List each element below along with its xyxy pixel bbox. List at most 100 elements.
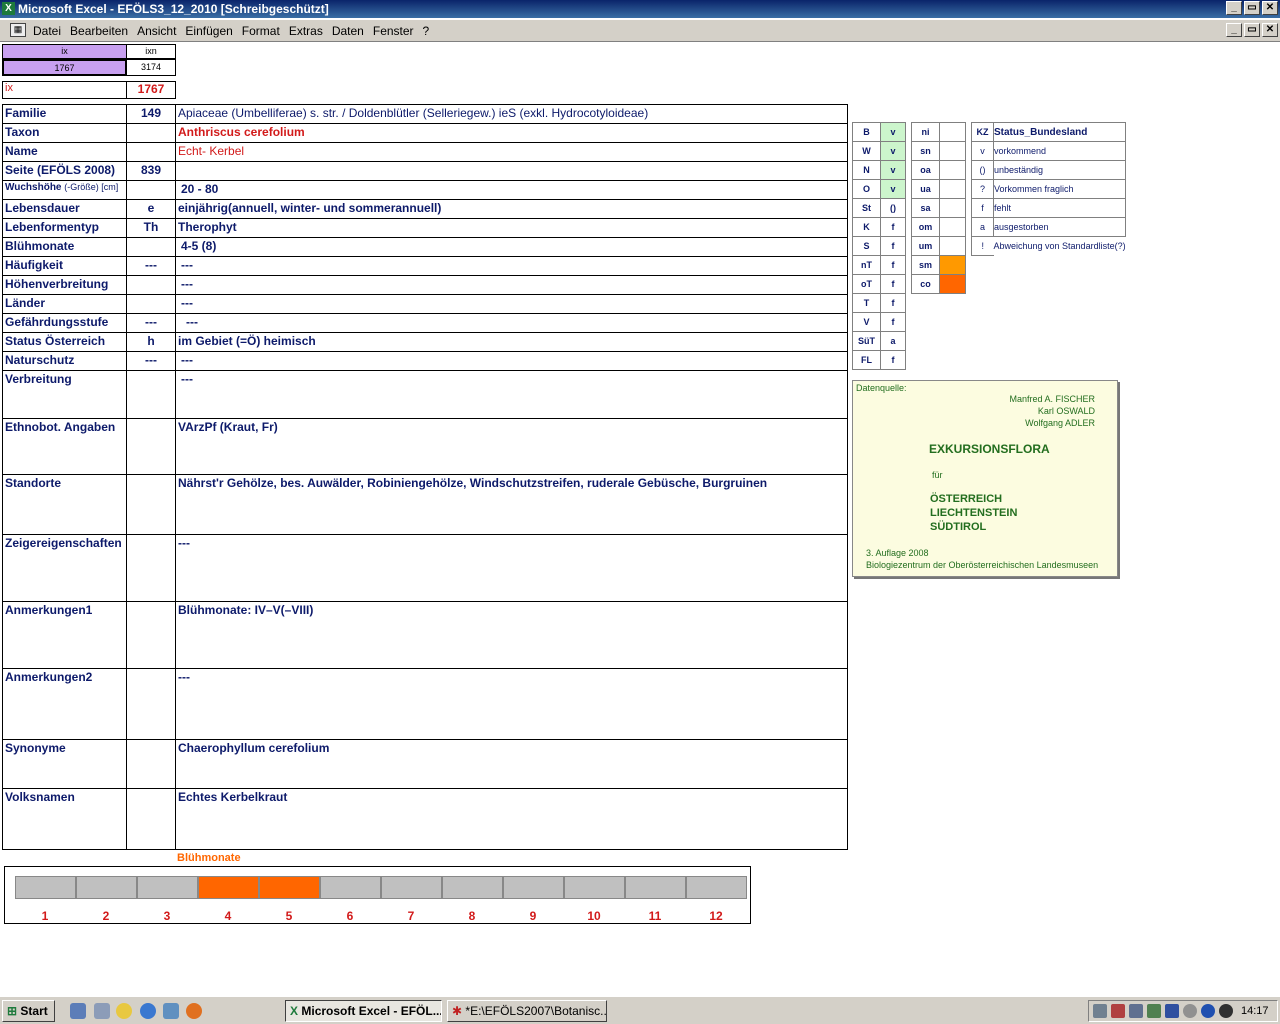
row-code[interactable] <box>126 739 176 789</box>
row-code[interactable] <box>126 370 176 419</box>
row-code[interactable]: 149 <box>126 104 176 124</box>
ixn-value-cell[interactable]: 3174 <box>126 59 176 76</box>
doc-close-button[interactable]: ✕ <box>1262 23 1278 37</box>
ix-label-cell[interactable]: ix <box>2 81 127 99</box>
legend-code[interactable]: () <box>971 160 994 180</box>
row-code[interactable] <box>126 237 176 257</box>
state-code[interactable]: St <box>852 198 881 218</box>
legend-code[interactable]: ? <box>971 179 994 199</box>
legend-label[interactable]: Abweichung von Standardliste(?) <box>994 237 1126 256</box>
row-value[interactable]: einjährig(annuell, winter- und sommerann… <box>175 199 848 219</box>
row-code[interactable]: --- <box>126 351 176 371</box>
row-value[interactable]: --- <box>175 275 848 295</box>
network-icon[interactable] <box>1093 1004 1107 1018</box>
search-icon[interactable] <box>1129 1004 1143 1018</box>
worksheet[interactable]: ix ixn 1767 3174 ix 1767 Familie 149 Apiac… <box>0 43 1280 994</box>
row-value[interactable]: Blühmonate: IV–V(–VIII) <box>175 601 848 669</box>
name-value[interactable]: Echt- Kerbel <box>175 142 848 162</box>
altitude-code[interactable]: sm <box>911 255 940 275</box>
state-code[interactable]: B <box>852 122 881 142</box>
legend-header-label[interactable]: Status_Bundesland <box>992 122 1127 142</box>
row-value[interactable]: --- <box>175 351 848 371</box>
doc-restore-button[interactable]: ▭ <box>1244 23 1260 37</box>
altitude-value[interactable] <box>939 160 966 180</box>
row-code[interactable] <box>126 294 176 314</box>
state-value[interactable]: v <box>880 122 906 142</box>
ix-value-cell[interactable]: 1767 <box>2 59 127 76</box>
altitude-value[interactable] <box>939 217 966 237</box>
row-code[interactable]: e <box>126 199 176 219</box>
state-code[interactable]: K <box>852 217 881 237</box>
media-player-icon[interactable] <box>116 1003 132 1019</box>
altitude-value[interactable] <box>939 255 966 275</box>
row-label[interactable]: Wuchshöhe (-Größe) [cm] <box>2 180 127 200</box>
legend-label[interactable]: Vorkommen fraglich <box>992 179 1127 199</box>
menu-einfuegen[interactable]: Einfügen <box>185 24 232 38</box>
device-icon[interactable] <box>1147 1004 1161 1018</box>
state-value[interactable]: f <box>880 293 906 313</box>
altitude-value[interactable] <box>939 179 966 199</box>
row-label[interactable]: Zeigereigenschaften <box>2 534 127 602</box>
row-label[interactable]: Anmerkungen2 <box>2 668 127 740</box>
row-label[interactable]: Seite (EFÖLS 2008) <box>2 161 127 181</box>
state-value[interactable]: f <box>880 217 906 237</box>
legend-code[interactable]: v <box>971 141 994 161</box>
row-code[interactable] <box>126 788 176 850</box>
row-code[interactable] <box>126 123 176 143</box>
row-value[interactable]: 4-5 (8) <box>175 237 848 257</box>
state-value[interactable]: a <box>880 331 906 351</box>
state-value[interactable]: v <box>880 160 906 180</box>
row-value[interactable]: Echtes Kerbelkraut <box>175 788 848 850</box>
row-label[interactable]: Höhenverbreitung <box>2 275 127 295</box>
state-value[interactable]: v <box>880 179 906 199</box>
ix-main-value-cell[interactable]: 1767 <box>126 81 176 99</box>
row-value[interactable]: --- <box>175 256 848 276</box>
altitude-code[interactable]: sa <box>911 198 940 218</box>
task-excel[interactable]: X Microsoft Excel - EFÖL... <box>285 1000 442 1022</box>
legend-code[interactable]: ! <box>971 236 994 256</box>
altitude-code[interactable]: oa <box>911 160 940 180</box>
row-value[interactable]: --- <box>175 313 848 333</box>
legend-header-code[interactable]: KZ <box>971 122 994 142</box>
state-code[interactable]: V <box>852 312 881 332</box>
row-code[interactable] <box>126 668 176 740</box>
row-value[interactable]: --- <box>175 668 848 740</box>
start-button[interactable]: ⊞ Start <box>2 1000 55 1022</box>
row-label[interactable]: Familie <box>2 104 127 124</box>
legend-label[interactable]: ausgestorben <box>992 217 1127 237</box>
row-code[interactable]: Th <box>126 218 176 238</box>
row-label[interactable]: Synonyme <box>2 739 127 789</box>
row-label[interactable]: Gefährdungsstufe <box>2 313 127 333</box>
status-icon[interactable] <box>1219 1004 1233 1018</box>
volume-icon[interactable] <box>1111 1004 1125 1018</box>
firefox-icon[interactable] <box>186 1003 202 1019</box>
state-code[interactable]: SüT <box>852 331 881 351</box>
row-label[interactable]: Lebenformentyp <box>2 218 127 238</box>
state-code[interactable]: nT <box>852 255 881 275</box>
menu-ansicht[interactable]: Ansicht <box>137 24 176 38</box>
menu-bearbeiten[interactable]: Bearbeiten <box>70 24 128 38</box>
internet-explorer-icon[interactable] <box>140 1003 156 1019</box>
row-code[interactable]: --- <box>126 256 176 276</box>
altitude-code[interactable]: ni <box>911 122 940 142</box>
explorer-icon[interactable] <box>94 1003 110 1019</box>
state-value[interactable]: f <box>880 350 906 370</box>
row-value[interactable]: Nährst'r Gehölze, bes. Auwälder, Robinie… <box>175 474 848 535</box>
row-label[interactable]: Ethnobot. Angaben <box>2 418 127 475</box>
row-code[interactable]: --- <box>126 313 176 333</box>
altitude-code[interactable]: om <box>911 217 940 237</box>
row-label[interactable]: Lebensdauer <box>2 199 127 219</box>
row-label[interactable]: Häufigkeit <box>2 256 127 276</box>
row-code[interactable] <box>126 534 176 602</box>
menu-format[interactable]: Format <box>242 24 280 38</box>
state-code[interactable]: N <box>852 160 881 180</box>
row-value[interactable]: Therophyt <box>175 218 848 238</box>
row-value[interactable] <box>175 161 848 181</box>
row-code[interactable] <box>126 142 176 162</box>
menu-fenster[interactable]: Fenster <box>373 24 414 38</box>
info-icon[interactable] <box>1201 1004 1215 1018</box>
altitude-value[interactable] <box>939 141 966 161</box>
menu-daten[interactable]: Daten <box>332 24 364 38</box>
state-code[interactable]: FL <box>852 350 881 370</box>
menu-extras[interactable]: Extras <box>289 24 323 38</box>
